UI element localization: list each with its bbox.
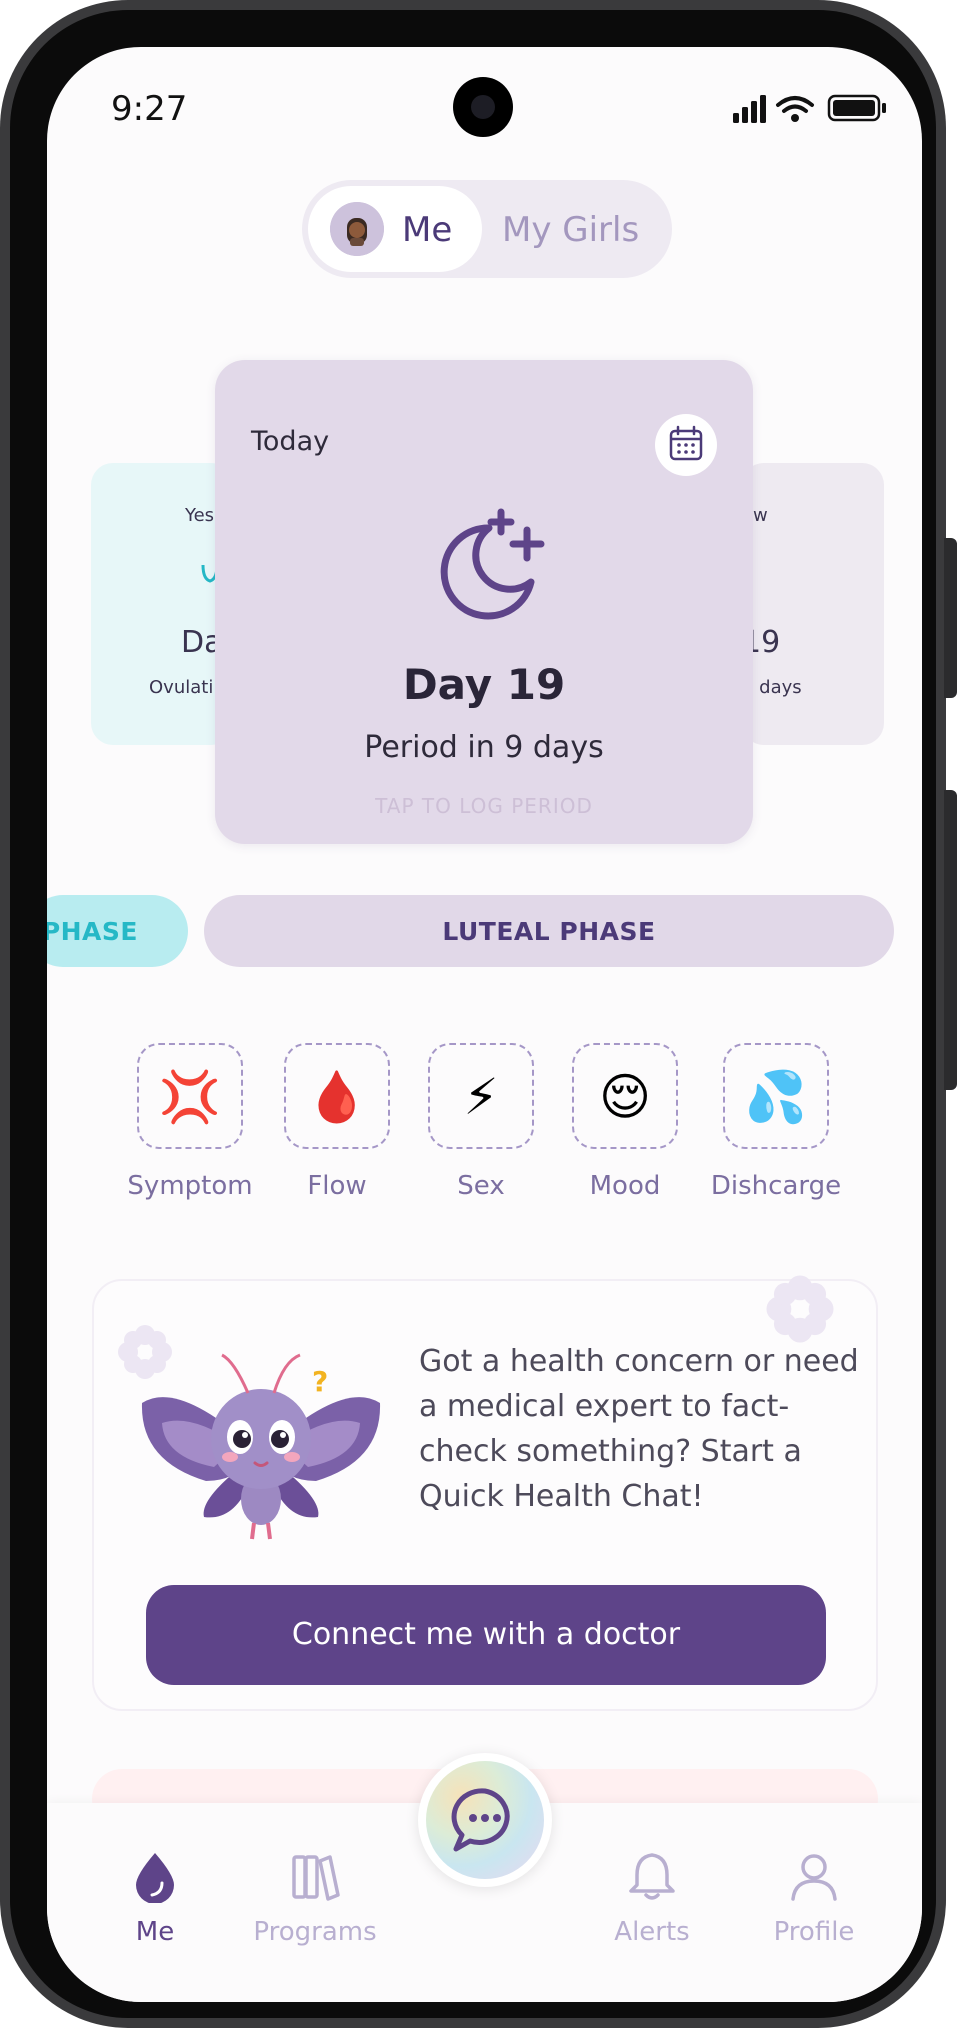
yesterday-card-label: Yes [185, 505, 215, 526]
chat-bubble-icon [451, 1788, 510, 1852]
today-label: Today [251, 426, 330, 457]
svg-text:?: ? [312, 1365, 328, 1398]
chat-fab[interactable] [418, 1753, 552, 1887]
tap-to-log-period[interactable]: TAP TO LOG PERIOD [215, 794, 753, 818]
health-chat-card: ? Got a health concern or need a medical… [92, 1275, 878, 1711]
avatar [330, 202, 384, 256]
log-item-sex[interactable]: ⚡ Sex [411, 1043, 551, 1201]
screen: 9:27 Me My Girls Yes Da Ovulati ow 19 3 … [47, 47, 922, 2002]
tab-alerts[interactable]: Alerts [577, 1849, 727, 1947]
side-button-top [944, 538, 957, 698]
mood-button[interactable]: 😌 [572, 1043, 678, 1149]
log-item-flow[interactable]: 🩸 Flow [267, 1043, 407, 1201]
discharge-label: Dishcarge [710, 1171, 842, 1201]
sex-label: Sex [457, 1171, 505, 1201]
decor-flower-icon [766, 1275, 834, 1343]
tab-profile-label: Profile [773, 1917, 855, 1947]
tab-alerts-label: Alerts [614, 1917, 690, 1947]
status-icons [733, 94, 886, 123]
calendar-button[interactable] [655, 414, 717, 476]
period-countdown: Period in 9 days [364, 730, 604, 765]
chat-fab-inner [426, 1761, 544, 1879]
side-button-bottom [944, 790, 957, 1090]
signal-icon [733, 95, 766, 123]
mood-label: Mood [589, 1171, 661, 1201]
log-item-discharge[interactable]: 💦 Dishcarge [706, 1043, 846, 1201]
tab-me[interactable]: Me [80, 1849, 230, 1947]
lightning-icon: ⚡ [463, 1068, 499, 1126]
yesterday-card-sub: Ovulati [149, 677, 214, 698]
phone-frame: 9:27 Me My Girls Yes Da Ovulati ow 19 3 … [0, 0, 957, 2028]
camera-cutout [453, 77, 513, 137]
calendar-icon [669, 425, 703, 461]
yesterday-card[interactable]: Yes Da Ovulati [91, 463, 233, 745]
luteal-phase-pill[interactable]: LUTEAL PHASE [204, 895, 894, 967]
tab-me-label: Me [135, 1917, 175, 1947]
drop-icon [136, 1853, 174, 1903]
tab-programs-label: Programs [253, 1917, 377, 1947]
books-icon [292, 1855, 340, 1901]
tab-profile[interactable]: Profile [739, 1849, 889, 1947]
wifi-icon [776, 96, 814, 113]
discharge-button[interactable]: 💦 [723, 1043, 829, 1149]
ovulation-phase-pill[interactable]: PHASE [47, 895, 188, 967]
cycle-day-title: Day 19 [402, 660, 566, 709]
blood-drop-icon: 🩸 [305, 1068, 369, 1126]
log-item-symptom[interactable]: 💢 Symptom [120, 1043, 260, 1201]
battery-icon [827, 94, 886, 122]
today-card[interactable]: Today Day 19 Period in 9 days TAP TO LOG… [215, 360, 753, 844]
symptom-button[interactable]: 💢 [137, 1043, 243, 1149]
bell-icon [629, 1853, 675, 1900]
tab-me-selected[interactable]: Me [308, 186, 482, 272]
health-chat-text: Got a health concern or need a medical e… [419, 1344, 859, 1514]
tomorrow-card[interactable]: ow 19 3 days [742, 463, 884, 745]
moon-stars-icon [440, 508, 545, 620]
sex-button[interactable]: ⚡ [428, 1043, 534, 1149]
me-toggle-label: Me [402, 210, 453, 250]
symptom-label: Symptom [127, 1171, 253, 1201]
flow-label: Flow [307, 1171, 367, 1201]
bezel: 9:27 Me My Girls Yes Da Ovulati ow 19 3 … [10, 10, 936, 2018]
tab-programs[interactable]: Programs [240, 1849, 390, 1947]
my-girls-toggle[interactable]: My Girls [502, 210, 639, 250]
connect-doctor-button[interactable]: Connect me with a doctor [146, 1585, 826, 1685]
luteal-phase-label: LUTEAL PHASE [442, 917, 656, 946]
butterfly-mascot-icon: ? [141, 1353, 381, 1540]
log-item-mood[interactable]: 😌 Mood [555, 1043, 695, 1201]
profile-switcher: Me My Girls [302, 180, 672, 278]
person-icon [791, 1854, 837, 1901]
anger-symbol-icon: 💢 [158, 1068, 222, 1126]
droplets-icon: 💦 [744, 1068, 808, 1126]
relieved-face-icon: 😌 [598, 1068, 652, 1126]
status-time: 9:27 [111, 89, 188, 129]
flow-button[interactable]: 🩸 [284, 1043, 390, 1149]
ovulation-phase-label: PHASE [47, 917, 138, 946]
